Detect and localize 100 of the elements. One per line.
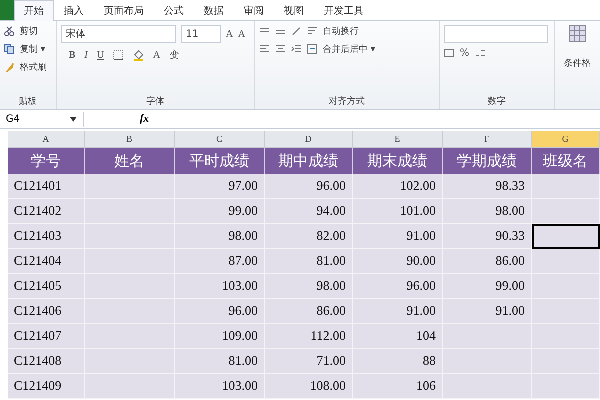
column-header[interactable]: E [353, 131, 443, 148]
percent-button[interactable]: % [460, 48, 470, 59]
table-cell: C121405 [8, 274, 85, 299]
table-cell: 106 [353, 374, 443, 399]
table-cell: C121408 [8, 349, 85, 374]
table-cell: 101.00 [353, 199, 443, 224]
table-grid-icon[interactable] [568, 25, 586, 43]
table-cell: 96.00 [353, 274, 443, 299]
column-header[interactable]: G [532, 131, 600, 148]
table-cell: 108.00 [265, 374, 353, 399]
table-cell: 90.00 [353, 249, 443, 274]
wrap-text-icon[interactable] [307, 26, 318, 37]
table-cell: 103.00 [175, 374, 265, 399]
table-cell: 86.00 [265, 299, 353, 324]
active-cell[interactable] [532, 224, 600, 249]
fill-bucket-icon[interactable] [133, 50, 144, 60]
insert-function-button[interactable]: fx [140, 113, 150, 125]
indent-icon[interactable] [291, 44, 302, 55]
ribbon-tab[interactable]: 视图 [274, 0, 314, 21]
align-center-icon[interactable] [275, 44, 286, 55]
bold-button[interactable]: B [69, 50, 76, 60]
table-cell: 71.00 [265, 349, 353, 374]
table-cell: 81.00 [175, 349, 265, 374]
ribbon-tab[interactable]: 插入 [54, 0, 94, 21]
italic-button[interactable]: I [84, 50, 88, 60]
header-cell: 班级名 [532, 148, 600, 174]
grow-font-button[interactable]: A [226, 28, 234, 40]
group-label: 对齐方式 [329, 96, 365, 108]
conditional-format-button[interactable]: 条件格 [564, 57, 591, 70]
group-label: 数字 [488, 96, 506, 108]
ribbon-tab[interactable]: 公式 [154, 0, 194, 21]
table-cell: 99.00 [443, 274, 532, 299]
table-cell: 88 [353, 349, 443, 374]
table-cell: 91.00 [353, 299, 443, 324]
ribbon-tab[interactable]: 开发工具 [314, 0, 374, 21]
clipboard-command[interactable]: 格式刷 [20, 61, 47, 74]
name-box[interactable]: G4 [0, 112, 84, 126]
wrap-text-button[interactable]: 自动换行 [323, 25, 359, 38]
table-cell: C121404 [8, 249, 85, 274]
ribbon-tab[interactable]: 数据 [194, 0, 234, 21]
number-format-field[interactable] [444, 25, 548, 43]
column-header[interactable]: C [175, 131, 265, 148]
group-label: 贴板 [19, 96, 37, 108]
font-name-field[interactable]: 宋体 [61, 25, 176, 43]
ribbon-tab[interactable]: 审阅 [234, 0, 274, 21]
table-cell: 97.00 [175, 174, 265, 199]
text-angle-icon[interactable] [291, 26, 302, 37]
merge-cells-icon[interactable] [307, 44, 318, 55]
table-cell: C121401 [8, 174, 85, 199]
column-header[interactable]: F [443, 131, 532, 148]
font-size-field[interactable]: 11 [181, 25, 221, 43]
table-cell: 91.00 [443, 299, 532, 324]
copy-icon[interactable] [4, 44, 15, 55]
table-cell: C121407 [8, 324, 85, 349]
table-cell: 91.00 [353, 224, 443, 249]
table-cell: 82.00 [265, 224, 353, 249]
shrink-font-button[interactable]: A [238, 28, 246, 40]
header-cell: 期末成绩 [353, 148, 443, 174]
clipboard-command[interactable]: 剪切 [20, 25, 38, 38]
table-cell: C121402 [8, 199, 85, 224]
table-cell: 98.00 [175, 224, 265, 249]
table-cell: 104 [353, 324, 443, 349]
brush-icon[interactable] [4, 62, 15, 73]
table-cell: C121409 [8, 374, 85, 399]
table-cell: 90.33 [443, 224, 532, 249]
header-cell: 期中成绩 [265, 148, 353, 174]
header-cell: 姓名 [85, 148, 175, 174]
table-cell: C121406 [8, 299, 85, 324]
header-cell: 学期成绩 [443, 148, 532, 174]
table-cell: C121403 [8, 224, 85, 249]
table-cell: 86.00 [443, 249, 532, 274]
table-cell: 102.00 [353, 174, 443, 199]
table-cell: 98.33 [443, 174, 532, 199]
table-cell: 112.00 [265, 324, 353, 349]
table-cell: 94.00 [265, 199, 353, 224]
ribbon-tab[interactable]: 开始 [14, 0, 54, 21]
align-left-icon[interactable] [259, 44, 270, 55]
merge-center-button[interactable]: 合并后居中 ▾ [323, 43, 376, 56]
table-cell: 96.00 [175, 299, 265, 324]
table-cell: 87.00 [175, 249, 265, 274]
table-cell: 109.00 [175, 324, 265, 349]
font-color-button[interactable]: A [153, 50, 160, 60]
header-cell: 平时成绩 [175, 148, 265, 174]
caret-icon[interactable] [70, 116, 77, 122]
column-header[interactable]: D [265, 131, 353, 148]
ribbon-tab[interactable]: 页面布局 [94, 0, 154, 21]
header-cell: 学号 [8, 148, 85, 174]
table-cell: 96.00 [265, 174, 353, 199]
group-label: 字体 [146, 96, 164, 108]
column-header[interactable]: B [85, 131, 175, 148]
table-cell: 99.00 [175, 199, 265, 224]
column-header[interactable]: A [8, 131, 85, 148]
underline-button[interactable]: U [97, 50, 104, 60]
border-icon[interactable] [113, 50, 124, 60]
table-cell: 103.00 [175, 274, 265, 299]
clipboard-command[interactable]: 复制 ▾ [20, 43, 46, 56]
table-cell: 98.00 [265, 274, 353, 299]
table-cell: 81.00 [265, 249, 353, 274]
phonetic-button[interactable]: 变 [169, 48, 180, 62]
scissors-icon[interactable] [4, 26, 15, 37]
